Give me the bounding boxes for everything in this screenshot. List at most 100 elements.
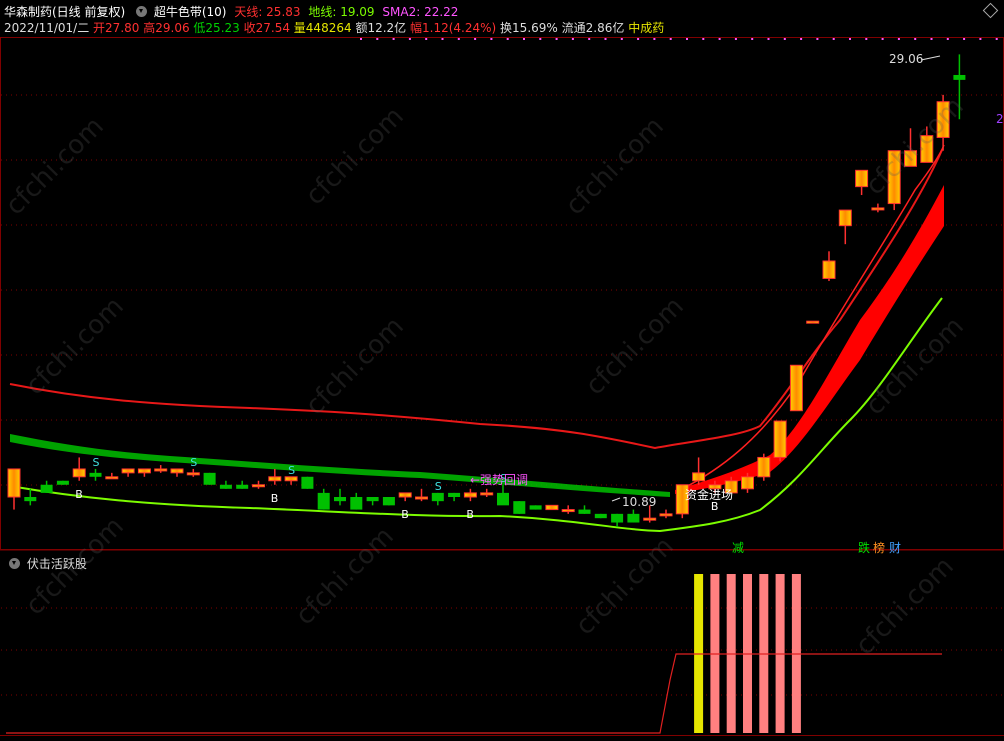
top-marker-dot <box>669 38 672 40</box>
low-value: 低25.23 <box>193 21 240 35</box>
chart-canvas[interactable]: B BB BBS SSSS <box>0 0 1004 741</box>
top-marker-dot <box>506 38 509 40</box>
candle-body-up <box>398 492 412 498</box>
candle-body-up <box>545 504 559 511</box>
candle-body-up <box>415 496 428 500</box>
candle-body-down <box>578 509 591 514</box>
candle-body-down <box>529 505 542 510</box>
top-marker-dot <box>718 38 721 40</box>
buy-signal: B <box>271 492 279 505</box>
indicator-menu-icon[interactable] <box>136 6 148 17</box>
candle-body-up <box>643 517 657 521</box>
date-value: 2022/11/01/二 <box>4 21 90 35</box>
top-marker-dot <box>653 38 656 40</box>
candle-body-up <box>789 364 803 412</box>
candle-body-down <box>513 501 526 514</box>
trend-ribbon-green <box>10 434 670 497</box>
top-marker-dot <box>963 38 966 40</box>
candle-body-down <box>594 513 607 519</box>
top-marker-dot <box>392 38 395 40</box>
float-cap-value: 流通2.86亿 <box>561 21 625 35</box>
candle-body-up <box>659 513 673 517</box>
amount-value: 额12.2亿 <box>355 21 407 35</box>
candle-body-down <box>56 480 69 485</box>
stock-name[interactable]: 华森制药(日线 前复权) <box>4 5 125 19</box>
high-arrow <box>920 55 941 61</box>
candle-body-up <box>871 207 885 211</box>
top-marker-dot <box>555 38 558 40</box>
candle-body-up <box>838 209 852 227</box>
header-row-2: 2022/11/01/二 开27.80 高29.06 低25.23 收27.54… <box>4 19 664 35</box>
trend-ribbon-red <box>675 185 944 494</box>
candle-body-down <box>611 513 624 523</box>
top-marker-dot <box>734 38 737 40</box>
strong-pullback-label: ←强势回调 <box>470 473 529 487</box>
indicator-name[interactable]: 超牛色带(10) <box>154 5 227 19</box>
candle-body-down <box>448 492 461 497</box>
top-marker-dot <box>881 38 884 40</box>
sma-value: SMA2: 22.22 <box>382 5 459 19</box>
top-marker-dot <box>897 38 900 40</box>
high-value: 高29.06 <box>143 21 190 35</box>
candle-body-up <box>773 420 787 458</box>
top-marker-dot <box>849 38 851 40</box>
top-marker-dot <box>767 38 770 40</box>
candle-body-up <box>170 468 184 474</box>
sell-signal: S <box>93 456 100 469</box>
top-marker-dot <box>457 38 460 40</box>
top-marker-dot <box>702 38 705 40</box>
top-marker-dot <box>995 38 998 40</box>
top-marker-dot <box>571 38 574 40</box>
candle-body-up <box>186 472 200 476</box>
change-value: 幅1.12(4.24%) <box>410 21 497 35</box>
top-marker-dot <box>523 38 525 40</box>
top-marker-dot <box>588 38 591 40</box>
buy-signal: B <box>75 488 83 501</box>
candle-body-up <box>7 468 21 498</box>
turnover-value: 换15.69% <box>500 21 558 35</box>
candle-body-down <box>203 472 216 485</box>
sector-value[interactable]: 中成药 <box>628 21 664 35</box>
top-marker-dot <box>425 38 428 40</box>
sub-indicator-menu-icon[interactable] <box>9 558 20 569</box>
candle-body-down <box>431 492 444 502</box>
candle-body-up <box>463 492 477 498</box>
high-price-label: 29.06 <box>889 52 924 66</box>
buy-signal: B <box>401 508 409 521</box>
top-marker-dot <box>914 38 917 40</box>
candle-body-up <box>741 476 754 490</box>
tianxian-value: 天线: 25.83 <box>234 5 301 19</box>
candle-body-up <box>268 476 282 482</box>
candle-body-down <box>301 476 314 489</box>
candle-body-up <box>822 260 836 279</box>
top-marker-dot <box>751 38 754 40</box>
candle-body-up <box>121 468 135 474</box>
top-marker-dot <box>800 38 803 40</box>
candle-body-up <box>137 468 151 474</box>
bang-signal: 榜 <box>873 541 886 555</box>
sell-signal: S <box>435 480 442 493</box>
sub-indicator-line <box>6 653 942 734</box>
candle-body-down <box>382 497 395 506</box>
top-marker-dot <box>539 38 542 40</box>
top-marker-dot <box>490 38 493 40</box>
top-marker-dot <box>620 38 623 40</box>
top-marker-dot <box>783 38 786 40</box>
dixian-value: 地线: 19.09 <box>308 5 375 19</box>
capital-in-label: 资金进场 <box>685 488 734 502</box>
top-marker-dot <box>408 38 411 40</box>
candle-body-up <box>284 476 298 482</box>
top-marker-dot <box>979 38 982 40</box>
candle-body-up <box>806 320 820 324</box>
open-value: 开27.80 <box>93 21 140 35</box>
top-marker-dot <box>832 38 835 40</box>
candle-body-up <box>480 492 494 496</box>
candle-body-down <box>366 497 379 502</box>
close-value: 收27.54 <box>243 21 290 35</box>
candle-body-down <box>953 74 966 80</box>
low-price-label: 10.89 <box>622 495 657 509</box>
top-marker-dot <box>686 38 688 40</box>
volume-value: 量448264 <box>293 21 352 35</box>
candle-body-down <box>236 484 249 489</box>
support-line <box>679 144 945 491</box>
